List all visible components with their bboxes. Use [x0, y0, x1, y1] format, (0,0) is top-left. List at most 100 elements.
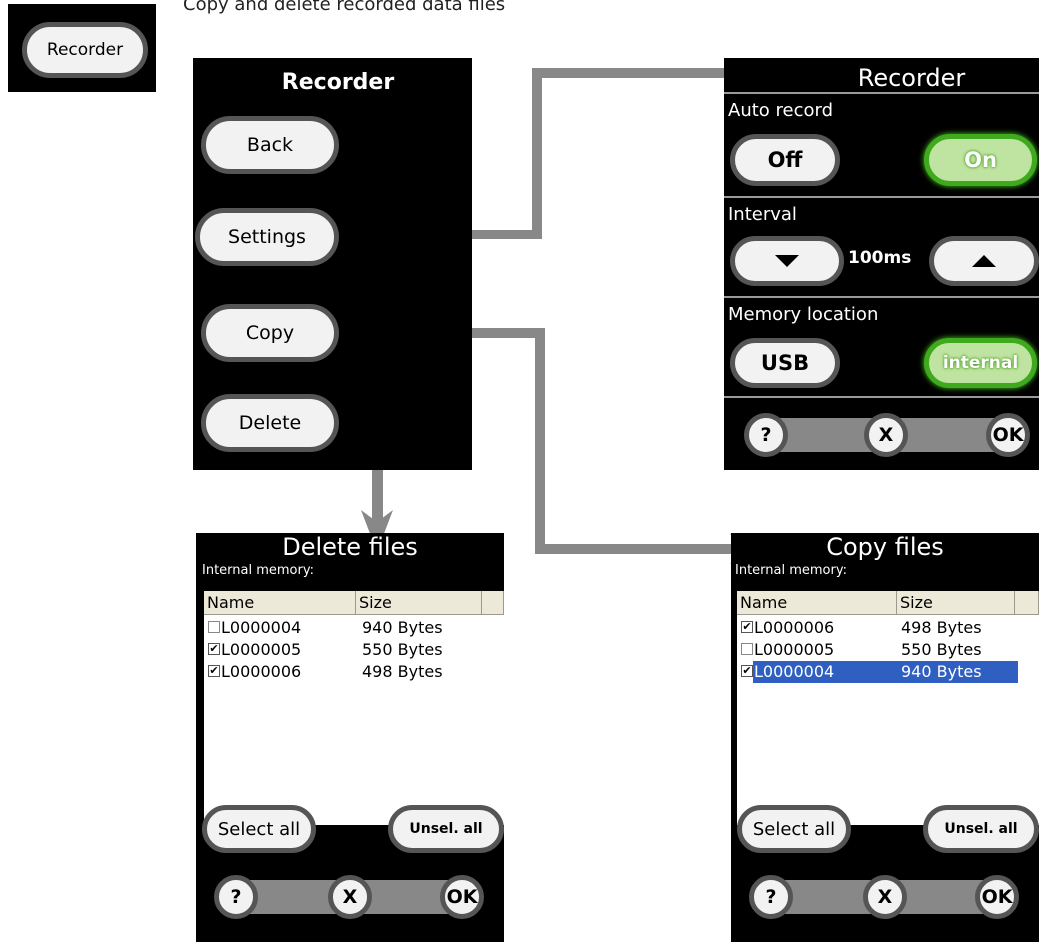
list-item[interactable]: L0000005 550 Bytes — [737, 639, 1039, 661]
select-all-button[interactable]: Select all — [202, 805, 316, 853]
delete-cancel-button[interactable]: X — [328, 875, 372, 919]
memory-location-label: Memory location — [728, 304, 879, 325]
delete-files-title: Delete files — [282, 533, 418, 561]
column-header-name[interactable]: Name — [737, 591, 897, 615]
help-label: ? — [760, 424, 772, 446]
internal-label: internal — [942, 353, 1019, 373]
on-label: On — [964, 148, 997, 172]
select-all-label: Select all — [217, 818, 301, 840]
copy-ok-button[interactable]: OK — [975, 875, 1019, 919]
checkbox-checked[interactable]: ✔ — [741, 665, 753, 677]
recorder-menu-title: Recorder — [281, 70, 395, 95]
unselect-all-button[interactable]: Unsel. all — [923, 805, 1039, 853]
recorder-settings-panel: Recorder Auto record Off On Interval 100… — [724, 58, 1039, 470]
unselect-all-label: Unsel. all — [409, 821, 483, 837]
file-name: L0000005 — [221, 640, 302, 659]
column-header-name[interactable]: Name — [204, 591, 356, 615]
back-button[interactable]: Back — [201, 116, 339, 174]
delete-help-button[interactable]: ? — [214, 875, 258, 919]
divider — [724, 296, 1039, 298]
list-item[interactable]: L0000004 940 Bytes — [204, 617, 504, 639]
delete-files-panel: Delete files Internal memory: Name Size … — [196, 533, 504, 942]
file-name: L0000006 — [221, 662, 302, 681]
interval-label: Interval — [728, 204, 797, 225]
recorder-menu-panel: Recorder Back Settings Copy Delete — [193, 58, 472, 470]
copy-files-subtitle: Internal memory: — [735, 563, 847, 578]
interval-decrease-button[interactable] — [730, 236, 844, 286]
checkbox[interactable] — [741, 643, 753, 655]
column-header-blank — [1015, 591, 1039, 615]
column-header-size[interactable]: Size — [897, 591, 1015, 615]
off-label: Off — [767, 148, 803, 172]
file-name: L0000006 — [754, 618, 835, 637]
divider — [724, 196, 1039, 198]
copy-files-panel: Copy files Internal memory: Name Size ✔ … — [731, 533, 1039, 942]
usb-label: USB — [760, 351, 810, 375]
recorder-icon-label: Recorder — [46, 40, 124, 60]
file-size: 940 Bytes — [901, 662, 982, 681]
list-item[interactable]: ✔ L0000006 498 Bytes — [204, 661, 504, 683]
checkbox-checked[interactable]: ✔ — [741, 621, 753, 633]
file-size: 940 Bytes — [362, 618, 443, 637]
divider — [724, 396, 1039, 398]
delete-ok-button[interactable]: OK — [440, 875, 484, 919]
file-size: 498 Bytes — [362, 662, 443, 681]
settings-button[interactable]: Settings — [195, 208, 339, 266]
checkbox-checked[interactable]: ✔ — [208, 643, 220, 655]
checkbox-checked[interactable]: ✔ — [208, 665, 220, 677]
ok-label: OK — [446, 886, 478, 908]
column-header-blank — [482, 591, 504, 615]
settings-ok-button[interactable]: OK — [986, 413, 1030, 457]
auto-record-on-button[interactable]: On — [924, 134, 1037, 186]
copy-button-label: Copy — [245, 322, 295, 344]
settings-help-button[interactable]: ? — [744, 413, 788, 457]
settings-cancel-button[interactable]: X — [864, 413, 908, 457]
divider — [724, 92, 1039, 94]
delete-file-list[interactable]: Name Size L0000004 940 Bytes ✔ L0000005 … — [204, 591, 504, 825]
interval-increase-button[interactable] — [929, 236, 1039, 286]
select-all-label: Select all — [752, 818, 836, 840]
settings-title: Recorder — [857, 64, 966, 92]
help-label: ? — [765, 886, 777, 908]
arrow-down-icon — [775, 255, 799, 267]
checkbox[interactable] — [208, 621, 220, 633]
file-size: 550 Bytes — [362, 640, 443, 659]
memory-internal-button[interactable]: internal — [924, 338, 1037, 388]
interval-value: 100ms — [848, 248, 912, 268]
arrow-up-icon — [972, 255, 996, 267]
copy-cancel-button[interactable]: X — [863, 875, 907, 919]
file-name: L0000004 — [754, 662, 835, 681]
help-label: ? — [230, 886, 242, 908]
cancel-label: X — [342, 886, 358, 908]
memory-usb-button[interactable]: USB — [730, 338, 840, 388]
unselect-all-button[interactable]: Unsel. all — [388, 805, 504, 853]
list-item[interactable]: ✔ L0000005 550 Bytes — [204, 639, 504, 661]
file-size: 550 Bytes — [901, 640, 982, 659]
column-header-size[interactable]: Size — [356, 591, 482, 615]
settings-button-label: Settings — [228, 226, 306, 248]
file-size: 498 Bytes — [901, 618, 982, 637]
unselect-all-label: Unsel. all — [944, 821, 1018, 837]
ok-label: OK — [981, 886, 1013, 908]
copy-file-list[interactable]: Name Size ✔ L0000006 498 Bytes L0000005 … — [737, 591, 1039, 825]
list-item[interactable]: ✔ L0000006 498 Bytes — [737, 617, 1039, 639]
copy-help-button[interactable]: ? — [749, 875, 793, 919]
copy-files-title: Copy files — [826, 533, 944, 561]
recorder-app-icon[interactable]: Recorder — [8, 4, 156, 92]
cancel-label: X — [878, 424, 894, 446]
file-name: L0000004 — [221, 618, 302, 637]
ok-label: OK — [992, 424, 1024, 446]
list-item-selected[interactable]: ✔ L0000004 940 Bytes — [737, 661, 1039, 683]
cancel-label: X — [877, 886, 893, 908]
select-all-button[interactable]: Select all — [737, 805, 851, 853]
auto-record-off-button[interactable]: Off — [730, 134, 840, 186]
back-button-label: Back — [246, 134, 294, 156]
recorder-icon-button[interactable]: Recorder — [22, 22, 148, 78]
delete-button[interactable]: Delete — [201, 394, 339, 452]
page-caption: Copy and delete recorded data files — [183, 0, 506, 15]
delete-files-subtitle: Internal memory: — [202, 563, 314, 578]
delete-button-label: Delete — [238, 412, 302, 434]
copy-button[interactable]: Copy — [201, 304, 339, 362]
auto-record-label: Auto record — [728, 100, 834, 121]
file-name: L0000005 — [754, 640, 835, 659]
